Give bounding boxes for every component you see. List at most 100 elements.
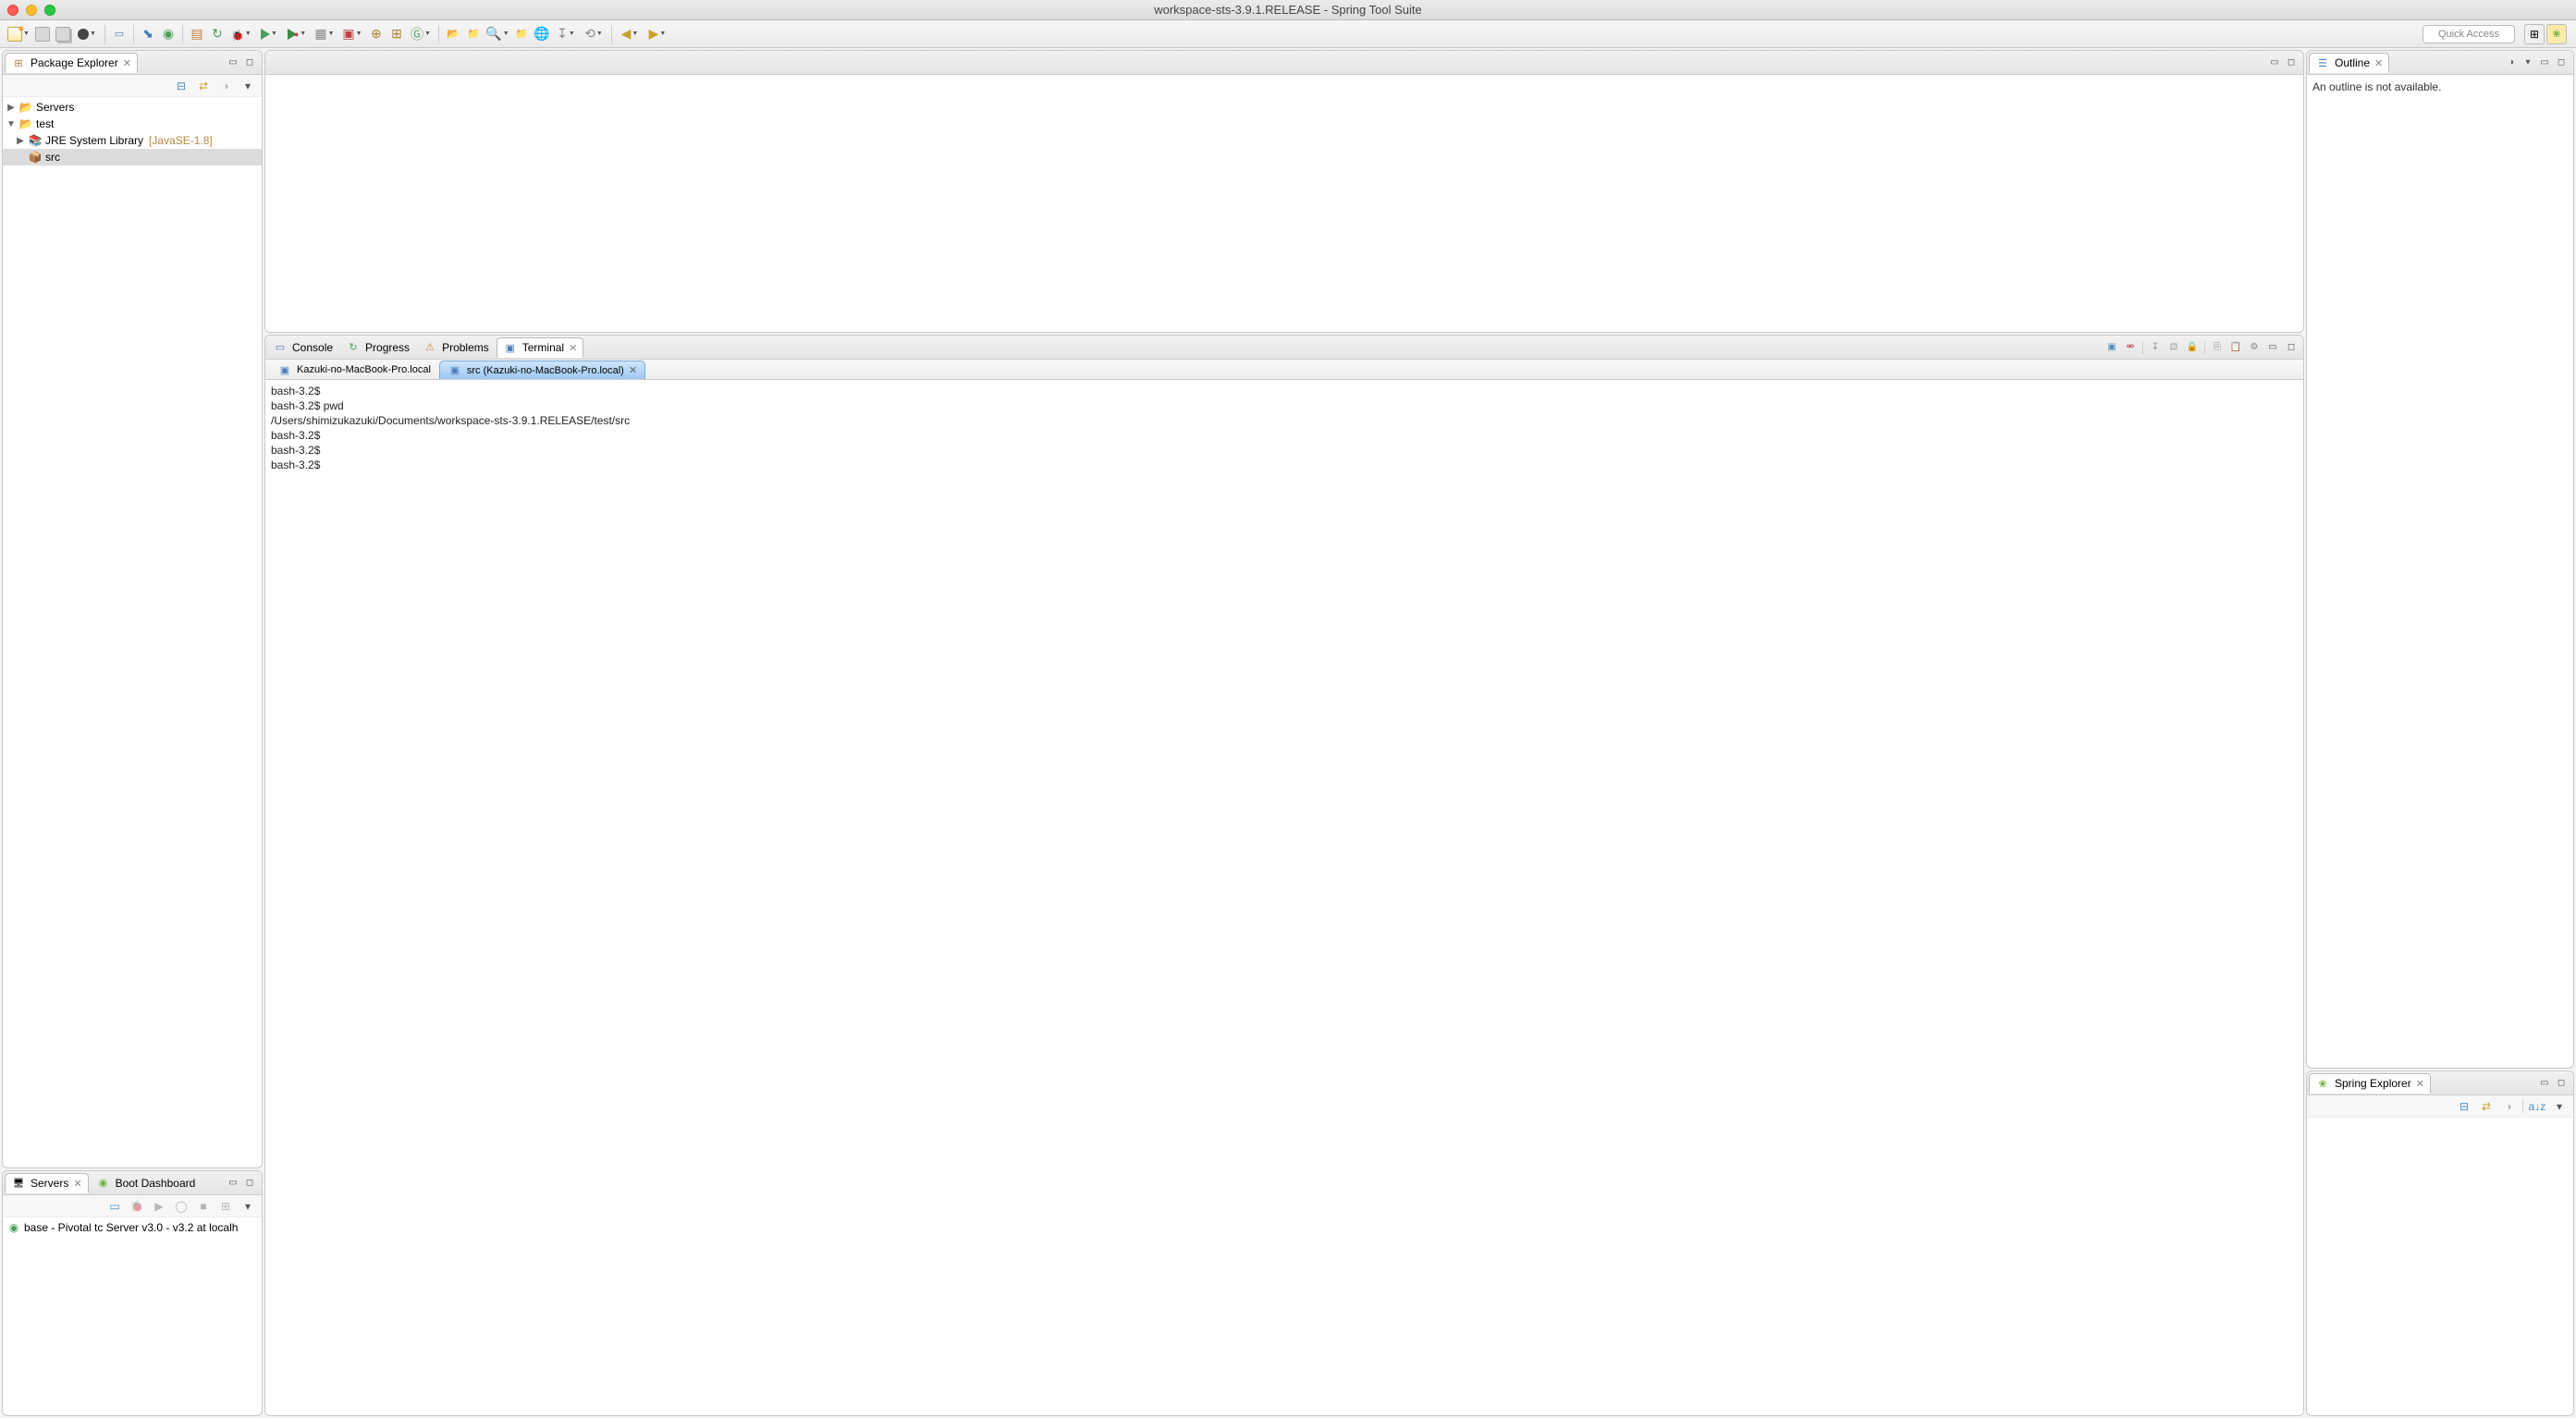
maximize-view-button[interactable]: ◻ — [2285, 341, 2298, 354]
boot-dashboard-tab[interactable]: Boot Dashboard — [91, 1173, 202, 1193]
tree-item-jre[interactable]: ▶ JRE System Library [JavaSE-1.8] — [3, 132, 262, 149]
profile-server-button[interactable]: ◯ — [173, 1198, 190, 1215]
tree-label: src — [45, 151, 60, 164]
skip-breakpoints-button[interactable]: ⬊ — [139, 25, 157, 43]
focus-task-button[interactable]: ◑ — [217, 78, 234, 94]
minimize-view-button[interactable]: ▭ — [227, 1177, 239, 1190]
zoom-window-button[interactable] — [44, 5, 55, 16]
link-editor-button[interactable]: ⇄ — [2478, 1098, 2495, 1115]
copy-button[interactable]: ⎘ — [2211, 341, 2224, 354]
open-terminal-button[interactable]: ▣ — [2105, 341, 2118, 354]
collapse-all-button[interactable]: ⊟ — [2456, 1098, 2472, 1115]
new-button[interactable]: ▼ — [6, 25, 31, 43]
view-menu-button[interactable]: ▾ — [239, 78, 256, 94]
collapse-all-button[interactable]: ⊟ — [173, 78, 190, 94]
minimize-view-button[interactable]: ▭ — [2268, 56, 2281, 69]
package-explorer-tab[interactable]: Package Explorer ✕ — [5, 53, 138, 73]
run-button[interactable]: ▼ — [256, 25, 282, 43]
minimize-view-button[interactable]: ▭ — [227, 56, 239, 69]
debug-button[interactable]: ▼ — [228, 25, 254, 43]
open-project-button[interactable] — [444, 25, 462, 43]
clear-terminal-button[interactable]: ⊡ — [2167, 341, 2180, 354]
minimize-view-button[interactable]: ▭ — [2538, 1077, 2551, 1090]
open-perspective-button[interactable]: ⊞ — [2524, 24, 2545, 44]
terminal-session-tab-2[interactable]: src (Kazuki-no-MacBook-Pro.local) ✕ — [439, 361, 645, 379]
sort-button[interactable]: a↓z — [2529, 1098, 2545, 1115]
maximize-view-button[interactable]: ◻ — [2285, 56, 2298, 69]
maximize-view-button[interactable]: ◻ — [243, 56, 256, 69]
scroll-lock-button[interactable]: ↧ — [2149, 341, 2162, 354]
quick-access-input[interactable]: Quick Access — [2423, 25, 2515, 43]
close-icon[interactable]: ✕ — [629, 364, 637, 376]
folder-icon — [18, 117, 33, 130]
outline-message: An outline is not available. — [2307, 75, 2573, 99]
minimize-window-button[interactable] — [26, 5, 37, 16]
view-menu-button[interactable]: ▾ — [2521, 56, 2534, 69]
close-window-button[interactable] — [7, 5, 18, 16]
switch-profile-button[interactable]: ▼ — [74, 25, 100, 43]
forward-button[interactable]: ▶▼ — [644, 25, 670, 43]
terminal-session-tab-1[interactable]: Kazuki-no-MacBook-Pro.local — [269, 361, 439, 379]
view-menu-button[interactable]: ▾ — [239, 1198, 256, 1215]
outline-tab[interactable]: Outline ✕ — [2309, 53, 2389, 73]
spring-perspective-button[interactable] — [2546, 24, 2567, 44]
minimize-view-button[interactable]: ▭ — [2538, 56, 2551, 69]
new-java-class-button[interactable]: ⊕ — [367, 25, 386, 43]
disconnect-button[interactable]: ⚮ — [2124, 341, 2137, 354]
tasks-button[interactable]: ▤ — [188, 25, 206, 43]
servers-tab[interactable]: Servers ✕ — [5, 1173, 89, 1193]
stop-server-button[interactable]: ■ — [195, 1198, 212, 1215]
start-server-button[interactable]: ▶ — [151, 1198, 167, 1215]
spring-explorer-tab[interactable]: Spring Explorer ✕ — [2309, 1073, 2431, 1094]
close-icon[interactable]: ✕ — [73, 1178, 81, 1190]
start-debug-button[interactable]: 🐞 — [129, 1198, 145, 1215]
publish-button[interactable]: ⊞ — [217, 1198, 234, 1215]
tree-item-src[interactable]: src — [3, 149, 262, 165]
minimize-view-button[interactable]: ▭ — [2266, 341, 2279, 354]
server-icon — [11, 1176, 26, 1191]
close-icon[interactable]: ✕ — [123, 57, 131, 69]
open-task-button[interactable] — [512, 25, 531, 43]
close-icon[interactable]: ✕ — [569, 342, 577, 354]
link-editor-button[interactable]: ⇄ — [195, 78, 212, 94]
save-button[interactable] — [33, 25, 52, 43]
new-server-button[interactable]: ▭ — [106, 1198, 123, 1215]
back-button[interactable]: ◀▼ — [617, 25, 643, 43]
console-tab[interactable]: Console — [267, 337, 338, 358]
maximize-view-button[interactable]: ◻ — [2555, 56, 2568, 69]
close-icon[interactable]: ✕ — [2374, 57, 2383, 69]
terminal-tab[interactable]: Terminal ✕ — [497, 337, 584, 358]
open-console-button[interactable] — [110, 25, 129, 43]
web-browser-button[interactable]: 🌐 — [533, 25, 551, 43]
tree-item-test[interactable]: ▼ test — [3, 116, 262, 132]
tree-item-servers[interactable]: ▶ Servers — [3, 99, 262, 116]
sync-button[interactable]: ⟲▼ — [581, 25, 607, 43]
problems-tab[interactable]: Problems — [417, 337, 495, 358]
open-type-button[interactable]: Ⓖ▼ — [408, 25, 434, 43]
server-entry[interactable]: base - Pivotal tc Server v3.0 - v3.2 at … — [3, 1219, 262, 1236]
focus-button[interactable]: ◑ — [2505, 56, 2518, 69]
relaunch-button[interactable]: ◉ — [159, 25, 178, 43]
paste-button[interactable]: 📋 — [2229, 341, 2242, 354]
maximize-view-button[interactable]: ◻ — [243, 1177, 256, 1190]
close-icon[interactable]: ✕ — [2416, 1078, 2424, 1090]
filter-button[interactable]: ◑ — [2500, 1098, 2517, 1115]
coverage-button[interactable]: ▦▼ — [312, 25, 337, 43]
external-tools-button[interactable]: ▣▼ — [339, 25, 365, 43]
refresh-button[interactable]: ↻ — [208, 25, 227, 43]
settings-button[interactable]: ⚙ — [2248, 341, 2261, 354]
maximize-view-button[interactable]: ◻ — [2555, 1077, 2568, 1090]
spring-explorer-body[interactable] — [2307, 1118, 2573, 1415]
terminal-output[interactable]: bash-3.2$ bash-3.2$ pwd /Users/shimizuka… — [265, 380, 2303, 1415]
run-last-button[interactable]: ●▼ — [284, 25, 310, 43]
toggle-command-button[interactable]: 🔒 — [2186, 341, 2199, 354]
open-resource-button[interactable] — [464, 25, 483, 43]
right-column: Outline ✕ ◑ ▾ ▭ ◻ An outline is not avai… — [2306, 50, 2574, 1416]
view-menu-button[interactable]: ▾ — [2551, 1098, 2568, 1115]
editor-body[interactable] — [265, 75, 2303, 332]
new-package-button[interactable]: ⊞ — [387, 25, 406, 43]
search-button[interactable]: 🔍▼ — [485, 25, 510, 43]
save-all-button[interactable] — [54, 25, 72, 43]
progress-tab[interactable]: Progress — [340, 337, 415, 358]
pin-button[interactable]: ↧▼ — [553, 25, 579, 43]
